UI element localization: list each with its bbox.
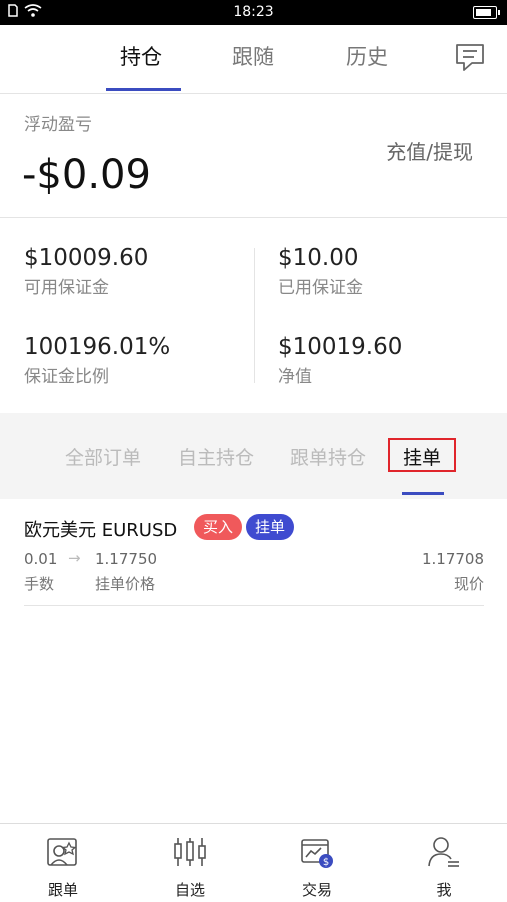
stat-margin-ratio: 100196.01% 保证金比例 <box>24 334 170 387</box>
stats-vertical-divider <box>254 248 255 383</box>
order-filter-tabs: 全部订单 自主持仓 跟单持仓 挂单 <box>0 413 507 499</box>
active-subtab-indicator <box>402 492 444 495</box>
nav-watchlist[interactable]: 自选 <box>127 824 253 902</box>
trade-icon: $ <box>301 839 333 868</box>
user-icon <box>428 837 459 867</box>
nav-label: 自选 <box>174 881 205 899</box>
pending-price-label: 挂单价格 <box>95 575 156 593</box>
tabs-divider <box>0 93 507 94</box>
order-lots: 0.01 <box>24 550 58 568</box>
stat-label: 已用保证金 <box>278 278 363 298</box>
nav-me[interactable]: 我 <box>381 824 507 902</box>
subtab-own-positions[interactable]: 自主持仓 <box>178 443 254 470</box>
message-icon[interactable] <box>454 41 486 73</box>
svg-text:$: $ <box>323 857 329 868</box>
arrow-icon: → <box>68 549 81 567</box>
buy-badge: 买入 <box>194 514 243 540</box>
lots-label: 手数 <box>24 575 55 593</box>
nav-label: 我 <box>436 881 452 899</box>
floating-pnl-value: -$0.09 <box>22 152 151 198</box>
active-tab-indicator <box>106 88 181 91</box>
status-time: 18:23 <box>233 4 274 20</box>
stat-value: 100196.01% <box>24 334 171 360</box>
stat-label: 保证金比例 <box>24 367 109 387</box>
nav-copy-trade[interactable]: 跟单 <box>0 824 126 902</box>
order-divider <box>24 605 484 606</box>
stat-available-margin: $10009.60 可用保证金 <box>24 245 148 298</box>
order-current-price: 1.17708 <box>421 550 484 568</box>
tab-positions[interactable]: 持仓 <box>120 41 162 71</box>
top-tabs: 持仓 跟随 历史 <box>0 25 507 93</box>
stat-value: $10009.60 <box>24 245 149 271</box>
battery-icon <box>473 6 500 19</box>
stat-label: 净值 <box>278 367 312 387</box>
nav-label: 跟单 <box>47 881 78 899</box>
nav-label: 交易 <box>301 881 332 899</box>
nav-trade[interactable]: $ 交易 <box>254 824 380 902</box>
deposit-withdraw-link[interactable]: 充值/提现 <box>386 136 473 165</box>
candlestick-icon <box>174 838 206 866</box>
battery-level-fill <box>476 9 491 16</box>
highlight-box <box>388 438 456 472</box>
tab-follow[interactable]: 跟随 <box>232 41 274 71</box>
summary-divider <box>0 217 507 218</box>
subtab-all-orders[interactable]: 全部订单 <box>65 443 141 470</box>
pending-badge: 挂单 <box>246 514 295 540</box>
current-price-label: 现价 <box>453 575 484 593</box>
status-bar: 18:23 <box>0 0 507 25</box>
stat-equity: $10019.60 净值 <box>278 334 402 387</box>
tab-history[interactable]: 历史 <box>346 41 388 71</box>
bottom-nav: 跟单 自选 $ 交易 我 <box>0 823 507 902</box>
stat-value: $10.00 <box>278 245 359 271</box>
copy-trade-icon <box>47 838 77 866</box>
stat-used-margin: $10.00 已用保证金 <box>278 245 363 298</box>
stat-value: $10019.60 <box>278 334 403 360</box>
stat-label: 可用保证金 <box>24 278 109 298</box>
subtab-copy-positions[interactable]: 跟单持仓 <box>290 443 366 470</box>
order-pending-price: 1.17750 <box>95 550 158 568</box>
floating-pnl-label: 浮动盈亏 <box>24 115 92 135</box>
order-symbol: 欧元美元 EURUSD <box>24 520 178 541</box>
